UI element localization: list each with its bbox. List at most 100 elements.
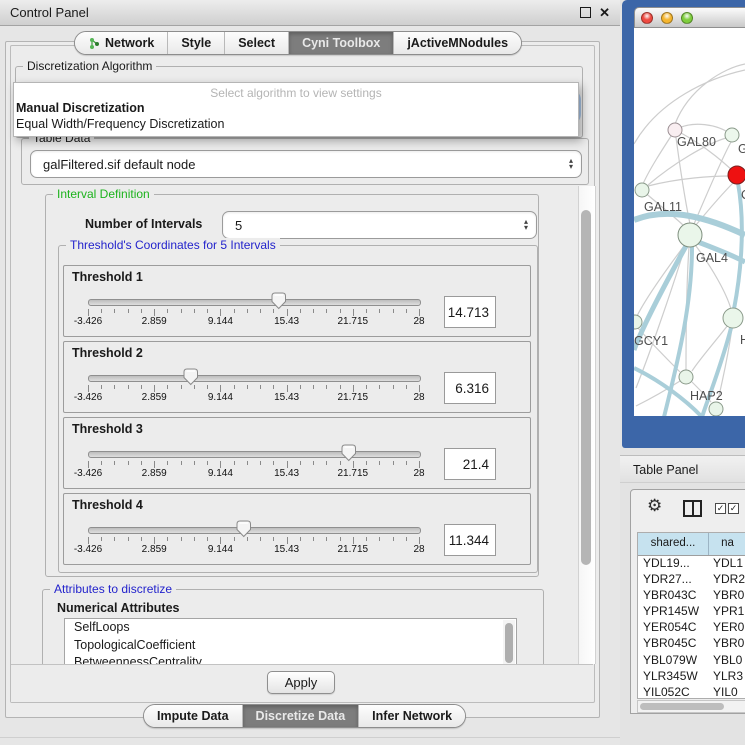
dropdown-option-equal-width[interactable]: Equal Width/Frequency Discretization xyxy=(16,117,224,131)
minimize-traffic-light-icon[interactable] xyxy=(661,12,673,24)
table-panel-header: Table Panel xyxy=(620,455,745,483)
split-columns-icon[interactable] xyxy=(683,500,702,517)
table-row[interactable]: YBL079WYBL0 xyxy=(638,653,745,669)
tab-cyni-toolbox[interactable]: Cyni Toolbox xyxy=(289,32,394,54)
table-row[interactable]: YDL19...YDL1 xyxy=(638,556,745,572)
close-panel-icon[interactable]: ✕ xyxy=(599,6,610,19)
network-window-titlebar[interactable] xyxy=(634,7,745,28)
slider-track[interactable] xyxy=(88,375,421,382)
slider-tick-label: 21.715 xyxy=(338,392,369,403)
close-traffic-light-icon[interactable] xyxy=(641,12,653,24)
network-node-gal4[interactable] xyxy=(678,223,702,247)
table-row[interactable]: YBR045CYBR0 xyxy=(638,636,745,652)
attributes-list-scrollbar[interactable] xyxy=(503,620,515,665)
tab-jactivemnodules[interactable]: jActiveMNodules xyxy=(394,32,521,54)
network-node-ga[interactable] xyxy=(725,128,739,142)
gear-icon[interactable]: ⚙ xyxy=(647,496,662,516)
slider-tick xyxy=(393,461,394,465)
table-row[interactable]: YIL052CYIL0 xyxy=(638,685,745,699)
combo-spinner-icon[interactable]: ▴▾ xyxy=(569,158,573,170)
number-of-intervals-spinner[interactable]: 5 ▴▾ xyxy=(222,211,537,239)
network-edge[interactable] xyxy=(675,124,732,135)
tab-network[interactable]: Network xyxy=(75,32,168,54)
network-node-h[interactable] xyxy=(723,308,743,328)
tab-style[interactable]: Style xyxy=(168,32,225,54)
dropdown-option-manual[interactable]: Manual Discretization xyxy=(16,101,145,115)
checkbox-icon-2[interactable]: ✓ xyxy=(728,503,739,514)
table-row[interactable]: YER054CYER0 xyxy=(638,620,745,636)
network-graph[interactable]: GAL80GACGAL11GAL4GCY1HHAP2 xyxy=(634,28,745,416)
slider-tick xyxy=(326,385,327,389)
cell-shared-name: YBR045C xyxy=(638,636,709,652)
slider-tick xyxy=(406,309,407,313)
slider-track[interactable] xyxy=(88,451,421,458)
cell-name: YER0 xyxy=(709,620,745,636)
slider-thumb[interactable] xyxy=(271,292,287,310)
table-row[interactable]: YBR043CYBR0 xyxy=(638,588,745,604)
network-edge[interactable] xyxy=(637,246,684,316)
table-hscrollbar-thumb[interactable] xyxy=(640,703,724,710)
zoom-traffic-light-icon[interactable] xyxy=(681,12,693,24)
slider-thumb[interactable] xyxy=(183,368,199,386)
attributes-list-scrollbar-thumb[interactable] xyxy=(505,623,513,663)
slider-tick xyxy=(167,537,168,541)
slider-tick-label: 9.144 xyxy=(208,392,233,403)
network-node[interactable] xyxy=(709,402,723,416)
tab-impute-data[interactable]: Impute Data xyxy=(144,705,243,727)
network-node-c[interactable] xyxy=(728,166,745,184)
numerical-attributes-list[interactable]: SelfLoopsTopologicalCoefficientBetweenne… xyxy=(64,618,517,667)
slider-track[interactable] xyxy=(88,299,421,306)
content-vertical-scrollbar[interactable] xyxy=(578,186,596,664)
table-row[interactable]: YPR145WYPR1 xyxy=(638,604,745,620)
slider-tick-label: 15.43 xyxy=(274,392,299,403)
tab-label: Network xyxy=(105,36,154,50)
float-window-icon[interactable] xyxy=(580,7,591,18)
network-edge[interactable] xyxy=(648,176,730,186)
spinner-arrows-icon[interactable]: ▴▾ xyxy=(524,219,528,231)
table-row[interactable]: YLR345WYLR3 xyxy=(638,669,745,685)
slider-thumb[interactable] xyxy=(236,520,252,538)
slider-tick-label: 28 xyxy=(413,316,424,327)
algorithm-dropdown-hint: Select algorithm to view settings xyxy=(14,86,578,100)
threshold-value-field[interactable]: 11.344 xyxy=(444,524,496,556)
tab-infer-network[interactable]: Infer Network xyxy=(359,705,465,727)
network-node-label: GAL80 xyxy=(677,135,716,149)
network-node-gal11[interactable] xyxy=(635,183,649,197)
slider-tick xyxy=(313,461,314,465)
content-scrollbar-thumb[interactable] xyxy=(581,210,591,565)
slider-tick xyxy=(101,309,102,313)
column-header-name[interactable]: na xyxy=(709,533,745,555)
threshold-value-field[interactable]: 21.4 xyxy=(444,448,496,480)
tab-select[interactable]: Select xyxy=(225,32,289,54)
table-data-combobox[interactable]: galFiltered.sif default node ▴▾ xyxy=(30,150,582,178)
attribute-list-item[interactable]: TopologicalCoefficient xyxy=(65,637,516,655)
slider-tick xyxy=(207,385,208,389)
number-of-intervals-value: 5 xyxy=(223,218,524,233)
slider-tick xyxy=(88,385,89,392)
attribute-list-item[interactable]: SelfLoops xyxy=(65,619,516,637)
threshold-value-field[interactable]: 14.713 xyxy=(444,296,496,328)
network-canvas[interactable]: GAL80GACGAL11GAL4GCY1HHAP2 xyxy=(634,28,745,416)
network-node-label: H xyxy=(740,333,745,347)
checkbox-icon-1[interactable]: ✓ xyxy=(715,503,726,514)
cell-shared-name: YBL079W xyxy=(638,653,709,669)
tab-discretize-data[interactable]: Discretize Data xyxy=(243,705,360,727)
slider-tick xyxy=(220,461,221,468)
table-row[interactable]: YDR27...YDR2 xyxy=(638,572,745,588)
node-attribute-table[interactable]: shared... na YDL19...YDL1YDR27...YDR2YBR… xyxy=(637,532,745,699)
network-node-gcy1[interactable] xyxy=(634,315,642,329)
cell-shared-name: YBR043C xyxy=(638,588,709,604)
column-header-shared-name[interactable]: shared... xyxy=(638,533,709,555)
network-node-hap2[interactable] xyxy=(679,370,693,384)
top-tab-bar: Network StyleSelectCyni ToolboxjActiveMNo… xyxy=(74,31,522,55)
table-horizontal-scrollbar[interactable] xyxy=(637,700,745,713)
slider-tick xyxy=(141,309,142,313)
network-edge[interactable] xyxy=(692,325,728,371)
threshold-value-field[interactable]: 6.316 xyxy=(444,372,496,404)
slider-track[interactable] xyxy=(88,527,421,534)
cell-name: YDL1 xyxy=(709,556,745,572)
apply-button[interactable]: Apply xyxy=(267,671,335,694)
slider-tick xyxy=(419,309,420,316)
slider-thumb[interactable] xyxy=(341,444,357,462)
slider-tick xyxy=(88,461,89,468)
